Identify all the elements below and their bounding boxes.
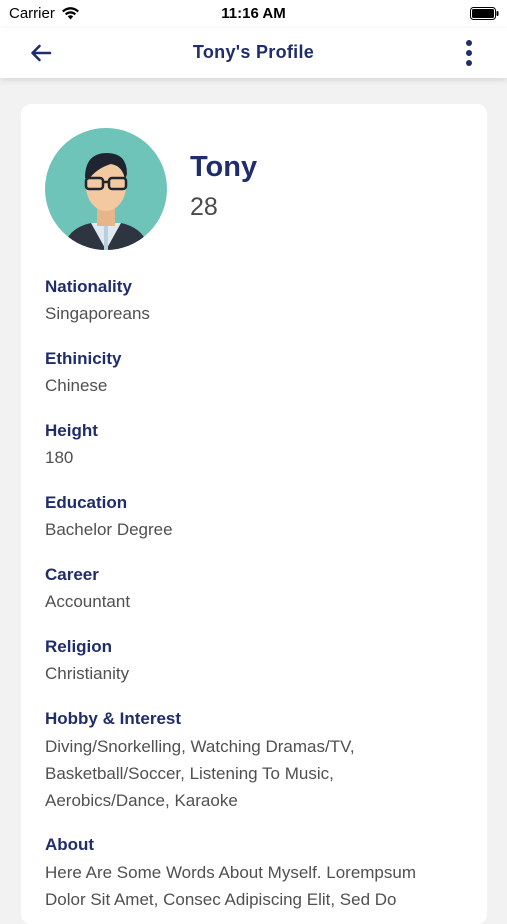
status-bar: Carrier 11:16 AM: [0, 0, 507, 28]
back-button[interactable]: [26, 39, 56, 67]
height-value: 180: [45, 448, 74, 467]
nationality-label: Nationality: [45, 277, 132, 296]
about-label: About: [45, 835, 95, 854]
religion-label: Religion: [45, 637, 113, 656]
ethnicity-value: Chinese: [45, 376, 108, 395]
profile-card: Tony 28 Nationality Singaporeans Ethinic…: [21, 104, 487, 924]
user-avatar-icon: [63, 153, 149, 250]
nationality-value: Singaporeans: [45, 304, 150, 323]
hobby-value-line2: Basketball/Soccer, Listening To Music,: [45, 764, 334, 783]
ethnicity-label: Ethinicity: [45, 349, 122, 368]
avatar: [45, 128, 167, 250]
battery-icon: [470, 7, 499, 20]
more-options-button[interactable]: [455, 36, 483, 70]
more-vertical-icon: [466, 40, 472, 66]
status-time: 11:16 AM: [221, 5, 286, 22]
page-title: Tony's Profile: [192, 42, 315, 62]
education-label: Education: [45, 493, 128, 512]
profile-name: Tony: [190, 151, 258, 183]
education-value: Bachelor Degree: [45, 520, 173, 539]
about-value-line1: Here Are Some Words About Myself. Loremp…: [45, 863, 417, 882]
hobby-value-line3: Aerobics/Dance, Karaoke: [45, 791, 238, 810]
career-value: Accountant: [45, 592, 131, 611]
career-label: Career: [45, 565, 99, 584]
hobby-label: Hobby & Interest: [45, 709, 182, 728]
religion-value: Christianity: [45, 664, 130, 683]
hobby-value-line1: Diving/Snorkelling, Watching Dramas/TV,: [45, 737, 355, 756]
height-label: Height: [45, 421, 98, 440]
arrow-left-icon: [31, 44, 52, 62]
profile-age: 28: [190, 193, 218, 221]
navigation-bar: Tony's Profile: [0, 28, 507, 78]
